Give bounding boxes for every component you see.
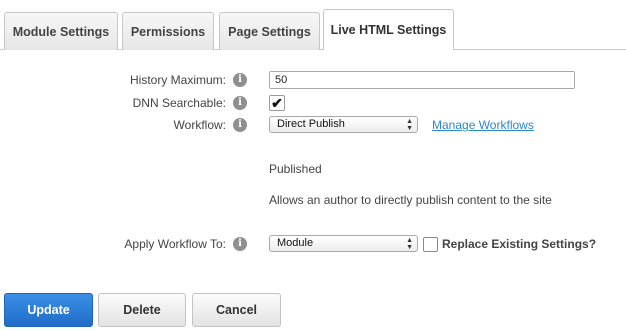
apply-workflow-label: Apply Workflow To: — [124, 237, 226, 251]
manage-workflows-link[interactable]: Manage Workflows — [432, 115, 534, 135]
workflow-state-text: Published — [269, 162, 322, 176]
history-maximum-input[interactable] — [269, 71, 575, 89]
info-icon[interactable]: i — [233, 237, 247, 251]
delete-button[interactable]: Delete — [98, 293, 186, 327]
info-icon[interactable]: i — [233, 73, 247, 87]
dnn-searchable-row: DNN Searchable: i ✔ — [0, 93, 626, 113]
workflow-label: Workflow: — [173, 118, 226, 132]
apply-workflow-select-value: Module — [277, 237, 314, 249]
info-icon[interactable]: i — [233, 118, 247, 132]
tab-permissions[interactable]: Permissions — [122, 12, 214, 50]
replace-existing-label[interactable]: Replace Existing Settings? — [442, 237, 596, 251]
workflow-select-value: Direct Publish — [277, 118, 345, 130]
dnn-searchable-label: DNN Searchable: — [132, 96, 226, 110]
checkmark-icon: ✔ — [271, 95, 283, 111]
cancel-button[interactable]: Cancel — [192, 293, 281, 327]
tab-page-settings[interactable]: Page Settings — [219, 12, 320, 50]
tab-bar: Module Settings Permissions Page Setting… — [0, 0, 626, 50]
tab-module-settings[interactable]: Module Settings — [4, 12, 118, 50]
apply-workflow-select[interactable]: Module ▲ ▼ — [269, 235, 418, 252]
history-maximum-label: History Maximum: — [129, 73, 226, 87]
select-arrows-icon: ▲ ▼ — [406, 236, 413, 251]
dnn-searchable-checkbox[interactable]: ✔ — [269, 95, 285, 111]
tab-live-html-settings[interactable]: Live HTML Settings — [323, 9, 454, 50]
info-icon[interactable]: i — [233, 96, 247, 110]
workflow-select[interactable]: Direct Publish ▲ ▼ — [269, 116, 418, 133]
workflow-description-text: Allows an author to directly publish con… — [269, 193, 552, 207]
replace-existing-checkbox[interactable] — [423, 236, 438, 252]
history-maximum-row: History Maximum: i — [0, 70, 626, 90]
workflow-row: Workflow: i Direct Publish ▲ ▼ Manage Wor… — [0, 115, 626, 135]
apply-workflow-row: Apply Workflow To: i Module ▲ ▼ Replace E… — [0, 234, 626, 254]
update-button[interactable]: Update — [4, 293, 93, 327]
replace-existing-settings: Replace Existing Settings? — [423, 235, 596, 253]
select-arrows-icon: ▲ ▼ — [406, 117, 413, 132]
